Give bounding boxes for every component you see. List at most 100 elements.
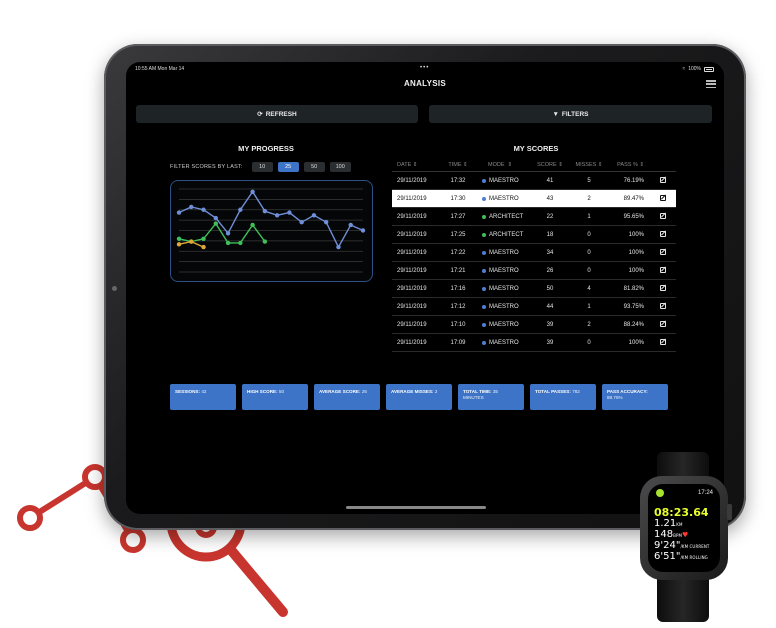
scores-table: DATE ⇕ TIME ⇕ MODE ⇕ SCORE ⇕ MISSES ⇕ PA… xyxy=(392,158,676,352)
cell-time: 17:12 xyxy=(450,303,466,310)
cell-date: 29/11/2019 xyxy=(397,267,427,274)
data-point xyxy=(348,222,353,228)
home-indicator[interactable] xyxy=(346,506,486,509)
cell-misses: 1 xyxy=(587,303,591,310)
cell-misses: 0 xyxy=(587,339,591,346)
stat-label: HIGH SCORE: xyxy=(247,389,278,394)
battery-icon xyxy=(704,66,714,72)
mode-dot-icon xyxy=(482,268,486,273)
cell-misses: 2 xyxy=(587,321,591,328)
table-row[interactable]: 29/11/2019 17:27 ARCHITECT 22 1 95.65% xyxy=(392,208,676,226)
filter-option-25[interactable]: 25 xyxy=(277,162,299,172)
edit-icon[interactable] xyxy=(644,176,666,185)
col-pass[interactable]: PASS % ⇕ xyxy=(608,162,644,168)
cell-misses: 2 xyxy=(587,195,591,202)
table-row[interactable]: 29/11/2019 17:30 MAESTRO 43 2 89.47% xyxy=(392,190,676,208)
data-point xyxy=(189,239,194,244)
col-time[interactable]: TIME ⇕ xyxy=(444,162,472,168)
edit-icon[interactable] xyxy=(644,320,666,329)
data-point xyxy=(225,231,231,236)
stat-tile: AVERAGE SCORE: 26 xyxy=(314,384,380,410)
cell-mode: MAESTRO xyxy=(472,322,530,328)
table-body: 29/11/2019 17:32 MAESTRO 41 5 76.19% 29/11/201… xyxy=(392,172,676,352)
stat-tile: TOTAL PASSES: 782 xyxy=(530,384,596,410)
battery-label: 100% xyxy=(688,66,701,72)
cell-date: 29/11/2019 xyxy=(397,231,427,238)
cell-time: 17:22 xyxy=(450,249,466,256)
data-point xyxy=(213,221,218,226)
cell-pass: 76.19% xyxy=(623,177,644,184)
cell-date: 29/11/2019 xyxy=(397,321,427,328)
cell-time: 17:25 xyxy=(450,231,466,238)
col-date[interactable]: DATE ⇕ xyxy=(392,162,444,168)
table-row[interactable]: 29/11/2019 17:12 MAESTRO 44 1 93.75% xyxy=(392,298,676,316)
edit-icon[interactable] xyxy=(644,338,666,347)
edit-icon[interactable] xyxy=(644,284,666,293)
mode-dot-icon xyxy=(482,196,486,201)
data-point xyxy=(201,236,206,241)
cell-pass: 100% xyxy=(628,231,644,238)
stat-tile: TOTAL TIME: 35 MINUTES xyxy=(458,384,524,410)
cell-mode: MAESTRO xyxy=(472,178,530,184)
heart-icon: ♥ xyxy=(682,531,689,539)
watch-crown[interactable] xyxy=(727,504,732,520)
mode-dot-icon xyxy=(482,304,486,309)
progress-chart-svg xyxy=(176,188,366,273)
watch-time: 17:24 xyxy=(697,490,713,496)
table-row[interactable]: 29/11/2019 17:22 MAESTRO 34 0 100% xyxy=(392,244,676,262)
table-row[interactable]: 29/11/2019 17:25 ARCHITECT 18 0 100% xyxy=(392,226,676,244)
cell-mode: ARCHITECT xyxy=(472,214,530,220)
cell-score: 50 xyxy=(546,285,554,292)
app-screen: 10:55 AM Mon Mar 14 ••• ≈ 100% ANALYSIS … xyxy=(126,62,724,514)
table-row[interactable]: 29/11/2019 17:10 MAESTRO 39 2 88.24% xyxy=(392,316,676,334)
edit-icon[interactable] xyxy=(644,248,666,257)
filter-option-100[interactable]: 100 xyxy=(329,162,351,172)
col-misses[interactable]: MISSES ⇕ xyxy=(570,162,608,168)
edit-icon[interactable] xyxy=(644,302,666,311)
refresh-button[interactable]: ⟳ REFRESH xyxy=(136,105,418,123)
menu-icon[interactable] xyxy=(706,80,716,89)
multitask-dots[interactable]: ••• xyxy=(420,65,429,71)
col-score[interactable]: SCORE ⇕ xyxy=(530,162,570,168)
filter-option-10[interactable]: 10 xyxy=(251,162,273,172)
cell-date: 29/11/2019 xyxy=(397,195,427,202)
cell-misses: 0 xyxy=(587,267,591,274)
cell-date: 29/11/2019 xyxy=(397,213,427,220)
edit-icon[interactable] xyxy=(644,194,666,203)
table-row[interactable]: 29/11/2019 17:21 MAESTRO 26 0 100% xyxy=(392,262,676,280)
cell-date: 29/11/2019 xyxy=(397,249,427,256)
stat-label: AVERAGE SCORE: xyxy=(319,389,361,394)
page-title: ANALYSIS xyxy=(403,79,447,88)
table-row[interactable]: 29/11/2019 17:09 MAESTRO 39 0 100% xyxy=(392,334,676,352)
filters-button[interactable]: ▼ FILTERS xyxy=(429,105,712,123)
cell-score: 39 xyxy=(546,321,554,328)
mode-dot-icon xyxy=(482,340,486,345)
table-row[interactable]: 29/11/2019 17:32 MAESTRO 41 5 76.19% xyxy=(392,172,676,190)
filter-label: FILTER SCORES BY LAST: xyxy=(170,164,243,170)
cell-pass: 100% xyxy=(628,249,644,256)
mode-dot-icon xyxy=(482,322,486,327)
edit-icon[interactable] xyxy=(644,266,666,275)
workout-distance: 1.21KM xyxy=(654,518,683,529)
edit-icon[interactable] xyxy=(644,212,666,221)
cell-score: 22 xyxy=(546,213,554,220)
cell-time: 17:09 xyxy=(450,339,466,346)
data-point xyxy=(238,207,243,212)
cell-date: 29/11/2019 xyxy=(397,303,427,310)
stat-value: 42 xyxy=(201,389,207,394)
table-header: DATE ⇕ TIME ⇕ MODE ⇕ SCORE ⇕ MISSES ⇕ PA… xyxy=(392,158,676,172)
mode-dot-icon xyxy=(482,286,486,291)
cell-score: 34 xyxy=(546,249,554,256)
progress-title: MY PROGRESS xyxy=(238,144,294,153)
data-point xyxy=(238,240,243,246)
col-mode[interactable]: MODE ⇕ xyxy=(472,162,530,168)
stat-tile: AVERAGE MISSES: 2 xyxy=(386,384,452,410)
cell-mode: MAESTRO xyxy=(472,304,530,310)
filter-icon: ▼ xyxy=(552,110,559,118)
workout-icon xyxy=(656,489,664,497)
cell-score: 26 xyxy=(546,267,554,274)
edit-icon[interactable] xyxy=(644,230,666,239)
filter-option-50[interactable]: 50 xyxy=(303,162,325,172)
cell-time: 17:32 xyxy=(450,177,466,184)
table-row[interactable]: 29/11/2019 17:16 MAESTRO 50 4 81.82% xyxy=(392,280,676,298)
